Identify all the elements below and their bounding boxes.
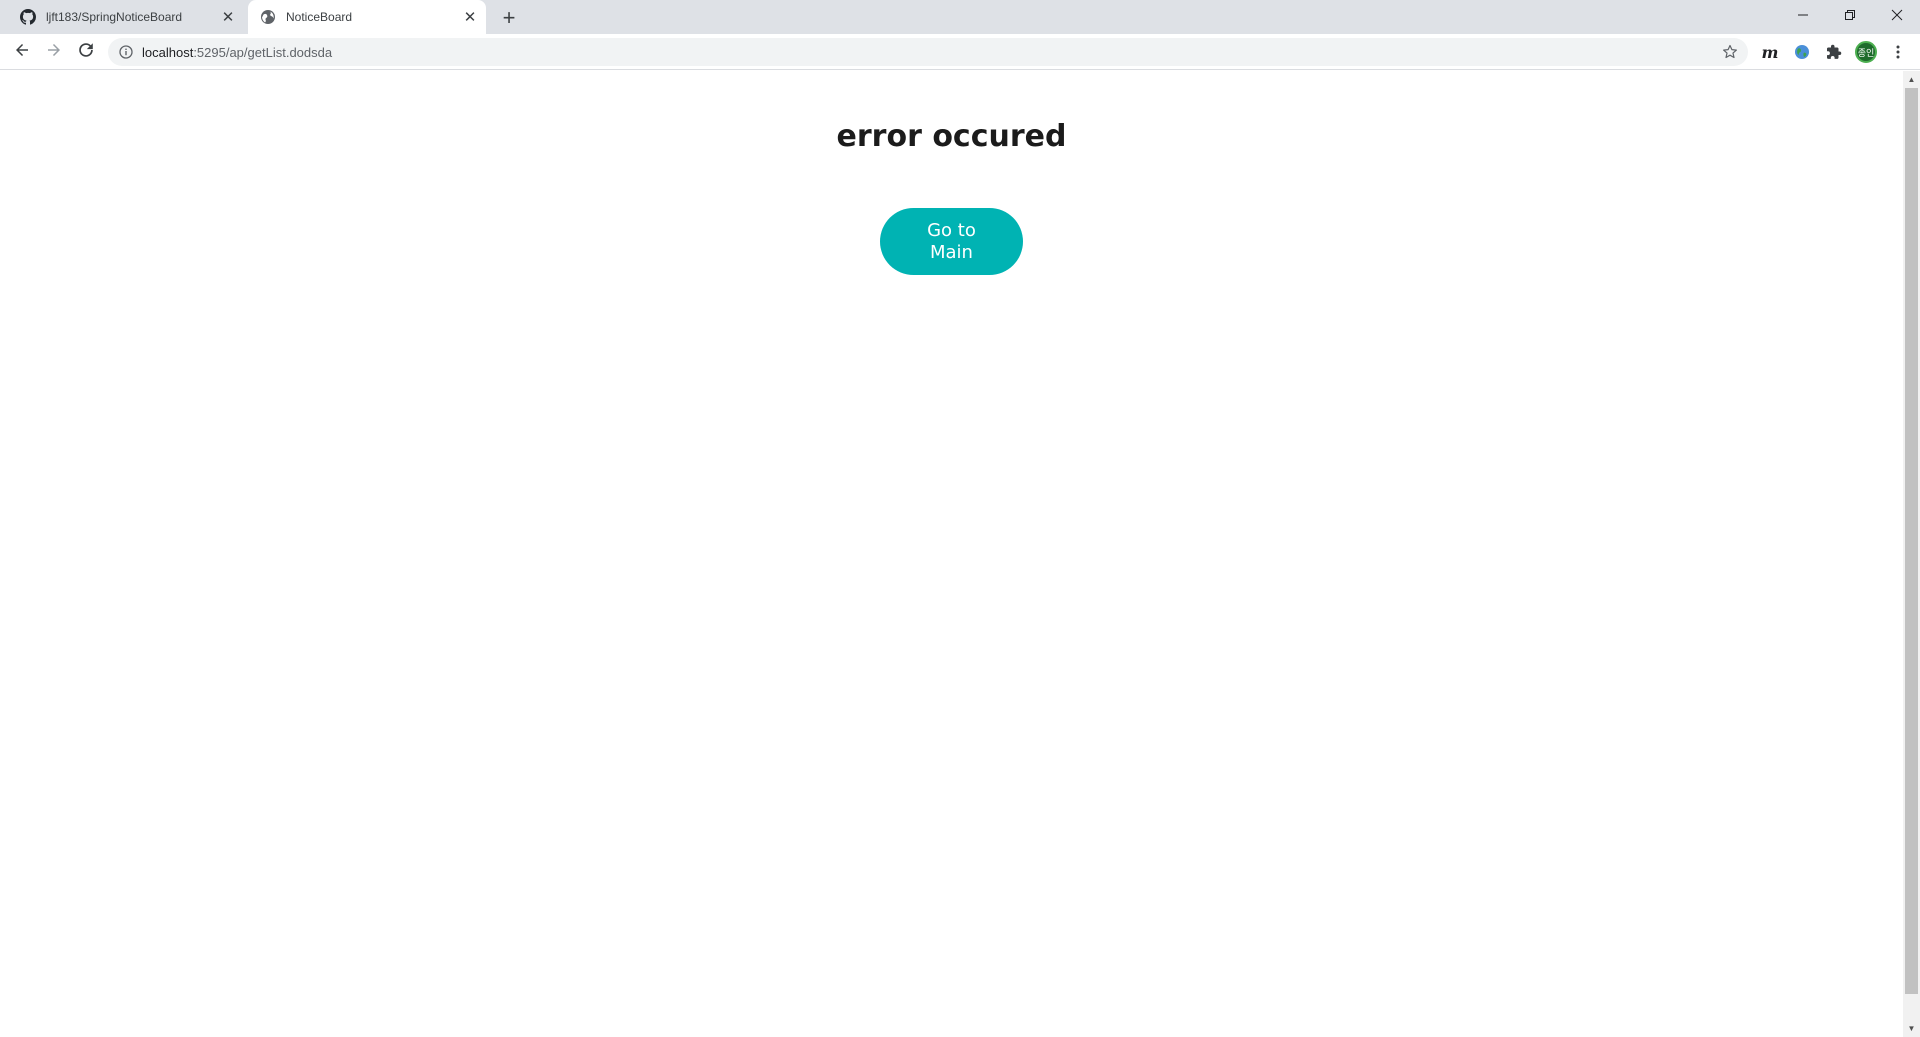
reload-button[interactable] (72, 38, 100, 66)
minimize-button[interactable] (1780, 0, 1826, 30)
url-host: localhost (142, 44, 194, 60)
reload-icon (78, 42, 94, 63)
tab-strip: ljft183/SpringNoticeBoard ✕ NoticeBoard … (0, 0, 1920, 34)
bookmark-star-icon[interactable] (1720, 42, 1740, 62)
scroll-down-arrow-icon[interactable]: ▼ (1903, 1020, 1920, 1037)
new-tab-button[interactable]: + (496, 5, 522, 31)
browser-menu-icon[interactable] (1886, 40, 1910, 64)
page-title: error occured (836, 119, 1067, 154)
scroll-up-arrow-icon[interactable]: ▲ (1903, 71, 1920, 88)
back-button[interactable] (8, 38, 36, 66)
url-text: localhost:5295/ap/getList.dodsda (142, 45, 332, 60)
vertical-scrollbar[interactable]: ▲ ▼ (1903, 71, 1920, 1037)
extensions-puzzle-icon[interactable] (1822, 40, 1846, 64)
go-to-main-button[interactable]: Go to Main (880, 208, 1023, 275)
restore-button[interactable] (1827, 0, 1873, 30)
tab-title: NoticeBoard (286, 10, 353, 24)
avatar: 종인 (1855, 41, 1877, 63)
page-viewport: error occured Go to Main (0, 71, 1903, 1037)
tab-noticeboard[interactable]: NoticeBoard ✕ (248, 0, 486, 34)
arrow-left-icon (14, 42, 30, 63)
close-window-button[interactable] (1874, 0, 1920, 30)
url-path: :5295/ap/getList.dodsda (193, 44, 333, 60)
site-info-icon[interactable] (118, 44, 134, 60)
scrollbar-thumb[interactable] (1905, 88, 1918, 994)
extension-m-icon[interactable]: m (1758, 40, 1782, 64)
tab-github[interactable]: ljft183/SpringNoticeBoard ✕ (8, 0, 244, 34)
arrow-right-icon (46, 42, 62, 63)
forward-button[interactable] (40, 38, 68, 66)
address-bar[interactable]: localhost:5295/ap/getList.dodsda (108, 38, 1748, 66)
tab-close-icon[interactable]: ✕ (218, 7, 238, 27)
browser-toolbar: localhost:5295/ap/getList.dodsda m 종인 (0, 34, 1920, 70)
tab-close-icon[interactable]: ✕ (460, 7, 480, 27)
globe-icon (260, 9, 276, 25)
tab-title: ljft183/SpringNoticeBoard (46, 10, 183, 24)
extension-earth-icon[interactable] (1790, 40, 1814, 64)
profile-avatar[interactable]: 종인 (1854, 40, 1878, 64)
github-icon (20, 9, 36, 25)
